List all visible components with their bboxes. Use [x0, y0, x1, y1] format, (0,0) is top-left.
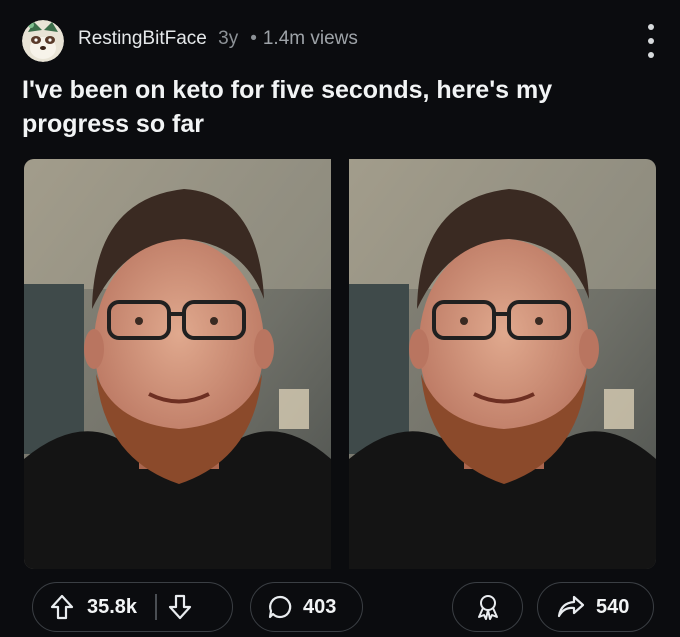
downvote-icon[interactable] [165, 592, 195, 622]
comment-icon [265, 592, 295, 622]
meta-age: 3y [218, 28, 239, 49]
view-count: 1.4m views [262, 28, 358, 49]
user-avatar[interactable] [22, 20, 64, 62]
vote-divider [155, 594, 157, 620]
vote-controls: 35.8k [32, 582, 233, 632]
post-meta: RestingBitFace 3y • 1.4m views [78, 28, 358, 50]
award-icon [473, 592, 503, 622]
post-title[interactable]: I've been on keto for five seconds, here… [22, 73, 642, 141]
upvote-count: 35.8k [87, 595, 138, 618]
post-header: RestingBitFace 3y • 1.4m views [22, 14, 662, 64]
comment-button[interactable]: 403 [250, 582, 363, 632]
share-count: 540 [596, 595, 630, 618]
photo-before[interactable] [24, 159, 331, 569]
comment-count: 403 [303, 595, 337, 618]
meta-separator: • [250, 28, 257, 49]
action-bar: 35.8k 403 540 [0, 582, 680, 634]
more-options-icon[interactable] [640, 22, 662, 60]
author-name[interactable]: RestingBitFace [78, 28, 207, 49]
photo-after[interactable] [349, 159, 656, 569]
image-gallery[interactable] [24, 159, 656, 569]
upvote-icon[interactable] [47, 592, 77, 622]
share-icon [556, 592, 586, 622]
award-button[interactable] [452, 582, 523, 632]
share-button[interactable]: 540 [537, 582, 654, 632]
